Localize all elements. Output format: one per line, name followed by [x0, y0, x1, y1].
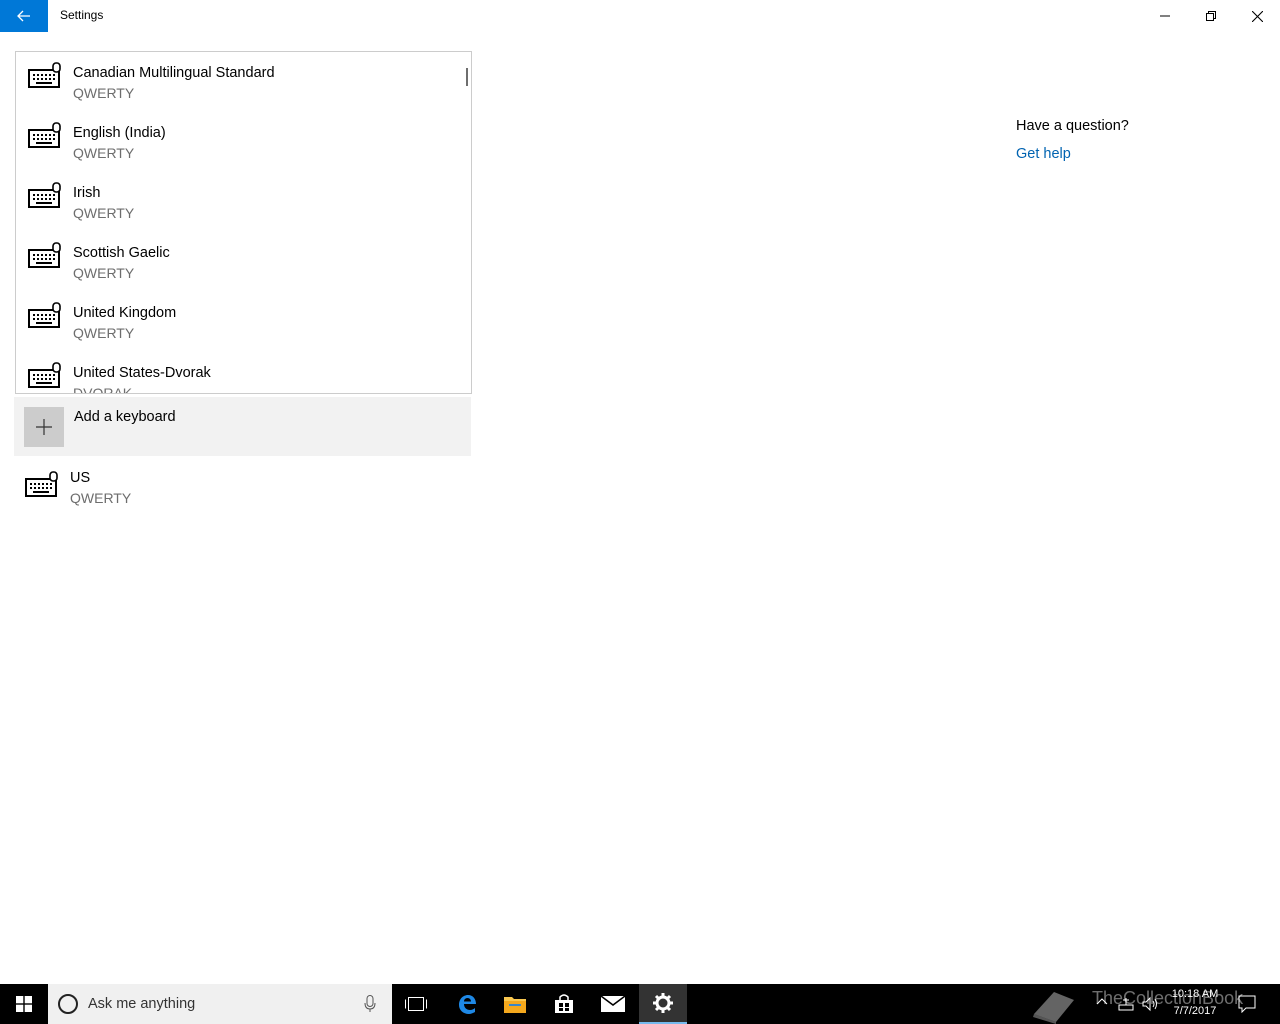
keyboard-icon: [28, 362, 61, 388]
scrollbar-thumb[interactable]: [466, 68, 468, 86]
keyboard-icon: [28, 62, 61, 88]
store-icon: [555, 994, 573, 1013]
task-view-icon: [405, 997, 427, 1011]
back-arrow-icon: [17, 10, 30, 22]
microphone-icon[interactable]: [364, 995, 376, 1013]
keyboard-layout: QWERTY: [70, 490, 132, 506]
search-box[interactable]: Ask me anything: [48, 984, 392, 1024]
gear-icon: [653, 993, 673, 1013]
keyboard-name: US: [70, 470, 91, 486]
taskbar: Ask me anything TheCollectionBook 10:18 …: [0, 984, 1280, 1024]
back-button[interactable]: [0, 0, 48, 32]
keyboard-icon: [28, 302, 61, 328]
keyboard-icon: [25, 471, 58, 497]
keyboard-icon: [28, 122, 61, 148]
restore-icon: [1206, 11, 1216, 21]
chevron-up-icon[interactable]: [1096, 997, 1108, 1005]
keyboard-layout: QWERTY: [73, 205, 135, 221]
minimize-icon: [1160, 15, 1170, 17]
keyboard-name: Scottish Gaelic: [73, 245, 170, 261]
add-tile: [24, 407, 64, 447]
close-button[interactable]: [1234, 0, 1280, 32]
cortana-icon: [58, 994, 78, 1014]
title-bar: Settings: [0, 0, 1280, 32]
mail-icon: [601, 996, 625, 1012]
keyboard-name: United States-Dvorak: [73, 365, 211, 381]
network-icon[interactable]: [1118, 996, 1134, 1012]
close-icon: [1251, 10, 1263, 22]
keyboard-option[interactable]: Scottish Gaelic QWERTY: [16, 232, 456, 292]
edge-icon: [459, 995, 476, 1014]
installed-keyboard-us[interactable]: US QWERTY: [14, 462, 314, 518]
clock-date[interactable]: 7/7/2017: [1168, 1005, 1222, 1017]
keyboard-option[interactable]: United Kingdom QWERTY: [16, 292, 456, 352]
keyboard-layout: QWERTY: [73, 145, 135, 161]
keyboard-option[interactable]: United States-Dvorak DVORAK: [16, 352, 456, 394]
folder-icon: [504, 997, 526, 1013]
book-watermark-icon: [1033, 992, 1074, 1024]
minimize-button[interactable]: [1142, 0, 1188, 32]
keyboard-option[interactable]: Canadian Multilingual Standard QWERTY: [16, 52, 456, 112]
keyboard-list[interactable]: Canadian Multilingual Standard QWERTY En…: [15, 51, 472, 394]
task-view-button[interactable]: [392, 984, 440, 1024]
keyboard-option[interactable]: English (India) QWERTY: [16, 112, 456, 172]
clock-time[interactable]: 10:18 AM: [1170, 988, 1220, 1000]
plus-icon: [36, 419, 52, 435]
keyboard-name: Canadian Multilingual Standard: [73, 65, 275, 81]
keyboard-layout: QWERTY: [73, 265, 135, 281]
settings-app-button[interactable]: [639, 984, 687, 1024]
keyboard-layout: QWERTY: [73, 325, 135, 341]
keyboard-icon: [28, 182, 61, 208]
keyboard-name: Irish: [73, 185, 101, 201]
keyboard-option[interactable]: Irish QWERTY: [16, 172, 456, 232]
keyboard-layout: QWERTY: [73, 85, 135, 101]
restore-button[interactable]: [1188, 0, 1234, 32]
windows-logo-icon: [16, 996, 32, 1012]
get-help-link[interactable]: Get help: [1016, 146, 1071, 162]
keyboard-layout: DVORAK: [73, 385, 133, 394]
start-button[interactable]: [0, 984, 48, 1024]
mail-app-button[interactable]: [589, 984, 637, 1024]
edge-app-button[interactable]: [443, 984, 491, 1024]
search-placeholder: Ask me anything: [88, 996, 196, 1012]
file-explorer-button[interactable]: [491, 984, 539, 1024]
window-title: Settings: [60, 8, 104, 22]
keyboard-name: English (India): [73, 125, 166, 141]
keyboard-icon: [28, 242, 61, 268]
volume-icon[interactable]: [1142, 996, 1160, 1012]
add-keyboard-button[interactable]: Add a keyboard: [14, 397, 471, 456]
add-keyboard-label: Add a keyboard: [74, 409, 176, 425]
keyboard-name: United Kingdom: [73, 305, 177, 321]
notification-icon[interactable]: [1238, 995, 1256, 1013]
help-question: Have a question?: [1016, 118, 1129, 134]
store-app-button[interactable]: [540, 984, 588, 1024]
